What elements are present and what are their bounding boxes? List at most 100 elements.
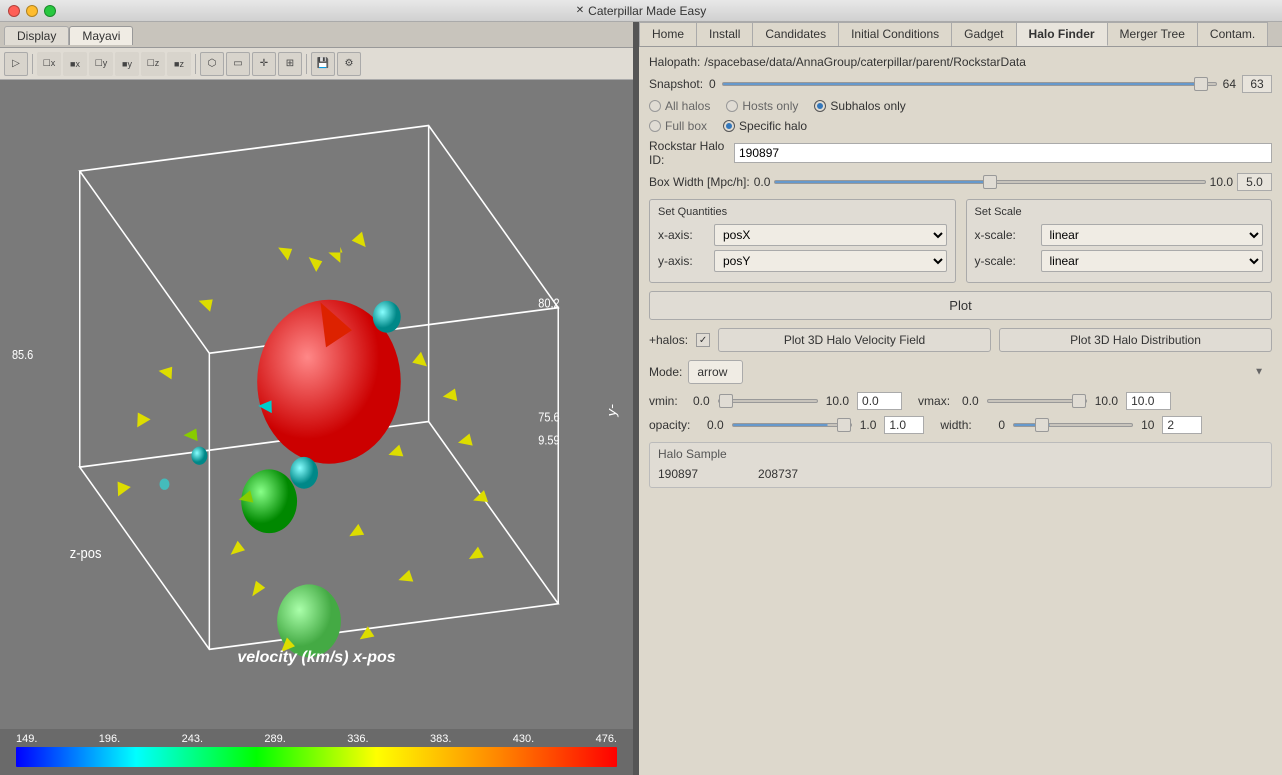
xscale-label: x-scale: xyxy=(975,228,1035,242)
rockstar-id-row: Rockstar Halo ID: xyxy=(649,139,1272,167)
boxwidth-max: 10.0 xyxy=(1210,175,1233,189)
radio-hosts-only[interactable]: Hosts only xyxy=(726,99,798,113)
halo-sample-section: Halo Sample 190897 208737 xyxy=(649,442,1272,488)
nav-tab-home[interactable]: Home xyxy=(639,22,697,46)
toolbar-btn-z-filled[interactable]: ■z xyxy=(167,52,191,76)
nav-tab-candidates[interactable]: Candidates xyxy=(753,22,839,46)
maximize-button[interactable] xyxy=(44,5,56,17)
toolbar-separator-2 xyxy=(195,54,196,74)
svg-text:80.2: 80.2 xyxy=(538,297,559,311)
opacity-slider[interactable] xyxy=(732,423,852,427)
radio-subhalos-only[interactable]: Subhalos only xyxy=(814,99,905,113)
vmax-min: 0.0 xyxy=(962,394,979,408)
title-bar: ✕ Caterpillar Made Easy xyxy=(0,0,1282,22)
yscale-row: y-scale: linear log xyxy=(975,250,1264,272)
radio-full-box-circle xyxy=(649,120,661,132)
toolbar-btn-save[interactable]: 💾 xyxy=(311,52,335,76)
toolbar-separator-3 xyxy=(306,54,307,74)
tab-display[interactable]: Display xyxy=(4,26,69,45)
plot-3d-velocity-button[interactable]: Plot 3D Halo Velocity Field xyxy=(718,328,991,352)
colorbar xyxy=(16,747,617,767)
radio-subhalos-only-circle xyxy=(814,100,826,112)
xaxis-label: x-axis: xyxy=(658,228,708,242)
mode-label: Mode: xyxy=(649,365,682,379)
halo-sample-values: 190897 208737 xyxy=(658,465,1263,483)
svg-text:z-pos: z-pos xyxy=(70,544,102,561)
title-icon: ✕ xyxy=(576,5,584,16)
halopath-value: /spacebase/data/AnnaGroup/caterpillar/pa… xyxy=(704,55,1026,69)
toolbar-btn-rect[interactable]: ▭ xyxy=(226,52,250,76)
vmax-max: 10.0 xyxy=(1095,394,1118,408)
vmin-value[interactable] xyxy=(857,392,902,410)
svg-text:75.6: 75.6 xyxy=(538,411,560,425)
mode-select[interactable]: arrow point sphere xyxy=(688,360,743,384)
radio-hosts-only-circle xyxy=(726,100,738,112)
colorbar-area: 149. 196. 243. 289. 336. 383. 430. 476. xyxy=(0,729,633,775)
toolbar-btn-y-filled[interactable]: ■y xyxy=(115,52,139,76)
nav-tab-gadget[interactable]: Gadget xyxy=(952,22,1016,46)
nav-tab-halo-finder[interactable]: Halo Finder xyxy=(1017,22,1108,46)
tab-mayavi[interactable]: Mayavi xyxy=(69,26,133,45)
right-panel: Home Install Candidates Initial Conditio… xyxy=(639,22,1282,775)
toolbar-btn-arrow[interactable]: ▷ xyxy=(4,52,28,76)
nav-tab-contam[interactable]: Contam. xyxy=(1198,22,1268,46)
content-area: Halopath: /spacebase/data/AnnaGroup/cate… xyxy=(639,47,1282,775)
halopath-label: Halopath: xyxy=(649,55,700,69)
snapshot-slider[interactable] xyxy=(722,82,1217,86)
yaxis-select[interactable]: posX posY posZ velX velY velZ mass xyxy=(714,250,947,272)
snapshot-min: 0 xyxy=(709,77,716,91)
nav-tab-merger-tree[interactable]: Merger Tree xyxy=(1108,22,1198,46)
halos-row: +halos: Plot 3D Halo Velocity Field Plot… xyxy=(649,328,1272,352)
toolbar-btn-x-outline[interactable]: ☐x xyxy=(37,52,61,76)
radio-specific-halo-circle xyxy=(723,120,735,132)
boxwidth-slider[interactable] xyxy=(774,180,1205,184)
yaxis-row: y-axis: posX posY posZ velX velY velZ ma… xyxy=(658,250,947,272)
rockstar-id-input[interactable] xyxy=(734,143,1272,163)
mode-select-wrapper: arrow point sphere xyxy=(688,360,1272,384)
toolbar-btn-cube[interactable]: ⬡ xyxy=(200,52,224,76)
svg-text:y-: y- xyxy=(604,404,619,418)
width-label: width: xyxy=(940,418,990,432)
vmin-slider[interactable] xyxy=(718,399,818,403)
width-slider[interactable] xyxy=(1013,423,1133,427)
nav-tab-install[interactable]: Install xyxy=(697,22,753,46)
toolbar-btn-y-outline[interactable]: ☐y xyxy=(89,52,113,76)
snapshot-max: 64 xyxy=(1223,77,1236,91)
radio-specific-halo[interactable]: Specific halo xyxy=(723,119,807,133)
halos-checkbox[interactable] xyxy=(696,333,710,347)
minimize-button[interactable] xyxy=(26,5,38,17)
nav-tabs: Home Install Candidates Initial Conditio… xyxy=(639,22,1282,47)
opacity-min: 0.0 xyxy=(707,418,724,432)
toolbar-btn-x-filled[interactable]: ■x xyxy=(63,52,87,76)
canvas-area[interactable]: y- z-pos 85.6 80.2 75.6 9.59 velocity (k… xyxy=(0,80,633,729)
width-min: 0 xyxy=(998,418,1005,432)
vmax-label: vmax: xyxy=(918,394,954,408)
halo-sample-value-1: 190897 xyxy=(658,467,698,481)
toolbar-btn-z-outline[interactable]: ☐z xyxy=(141,52,165,76)
xaxis-select[interactable]: posX posY posZ velX velY velZ mass xyxy=(714,224,947,246)
width-value[interactable] xyxy=(1162,416,1202,434)
plot-button[interactable]: Plot xyxy=(649,291,1272,320)
vmax-value[interactable] xyxy=(1126,392,1171,410)
close-button[interactable] xyxy=(8,5,20,17)
colorbar-labels: 149. 196. 243. 289. 336. 383. 430. 476. xyxy=(16,733,617,745)
radio-all-halos[interactable]: All halos xyxy=(649,99,710,113)
opacity-value[interactable] xyxy=(884,416,924,434)
radio-full-box[interactable]: Full box xyxy=(649,119,707,133)
plot-3d-distribution-button[interactable]: Plot 3D Halo Distribution xyxy=(999,328,1272,352)
nav-tab-initial-conditions[interactable]: Initial Conditions xyxy=(839,22,952,46)
yscale-select[interactable]: linear log xyxy=(1041,250,1264,272)
vmin-min: 0.0 xyxy=(693,394,710,408)
set-scale-panel: Set Scale x-scale: linear log y-scale: l… xyxy=(966,199,1273,283)
vmin-max: 10.0 xyxy=(826,394,849,408)
toolbar-btn-grid[interactable]: ⊞ xyxy=(278,52,302,76)
x-axis-label: velocity (km/s) x-pos xyxy=(237,649,395,667)
halo-type-radio-group: All halos Hosts only Subhalos only xyxy=(649,99,1272,113)
visualization-svg: y- z-pos 85.6 80.2 75.6 9.59 xyxy=(0,80,633,729)
toolbar-btn-cross[interactable]: ✛ xyxy=(252,52,276,76)
toolbar-btn-settings[interactable]: ⚙ xyxy=(337,52,361,76)
snapshot-row: Snapshot: 0 64 63 xyxy=(649,75,1272,93)
mode-row: Mode: arrow point sphere xyxy=(649,360,1272,384)
vmax-slider[interactable] xyxy=(987,399,1087,403)
xscale-select[interactable]: linear log xyxy=(1041,224,1264,246)
